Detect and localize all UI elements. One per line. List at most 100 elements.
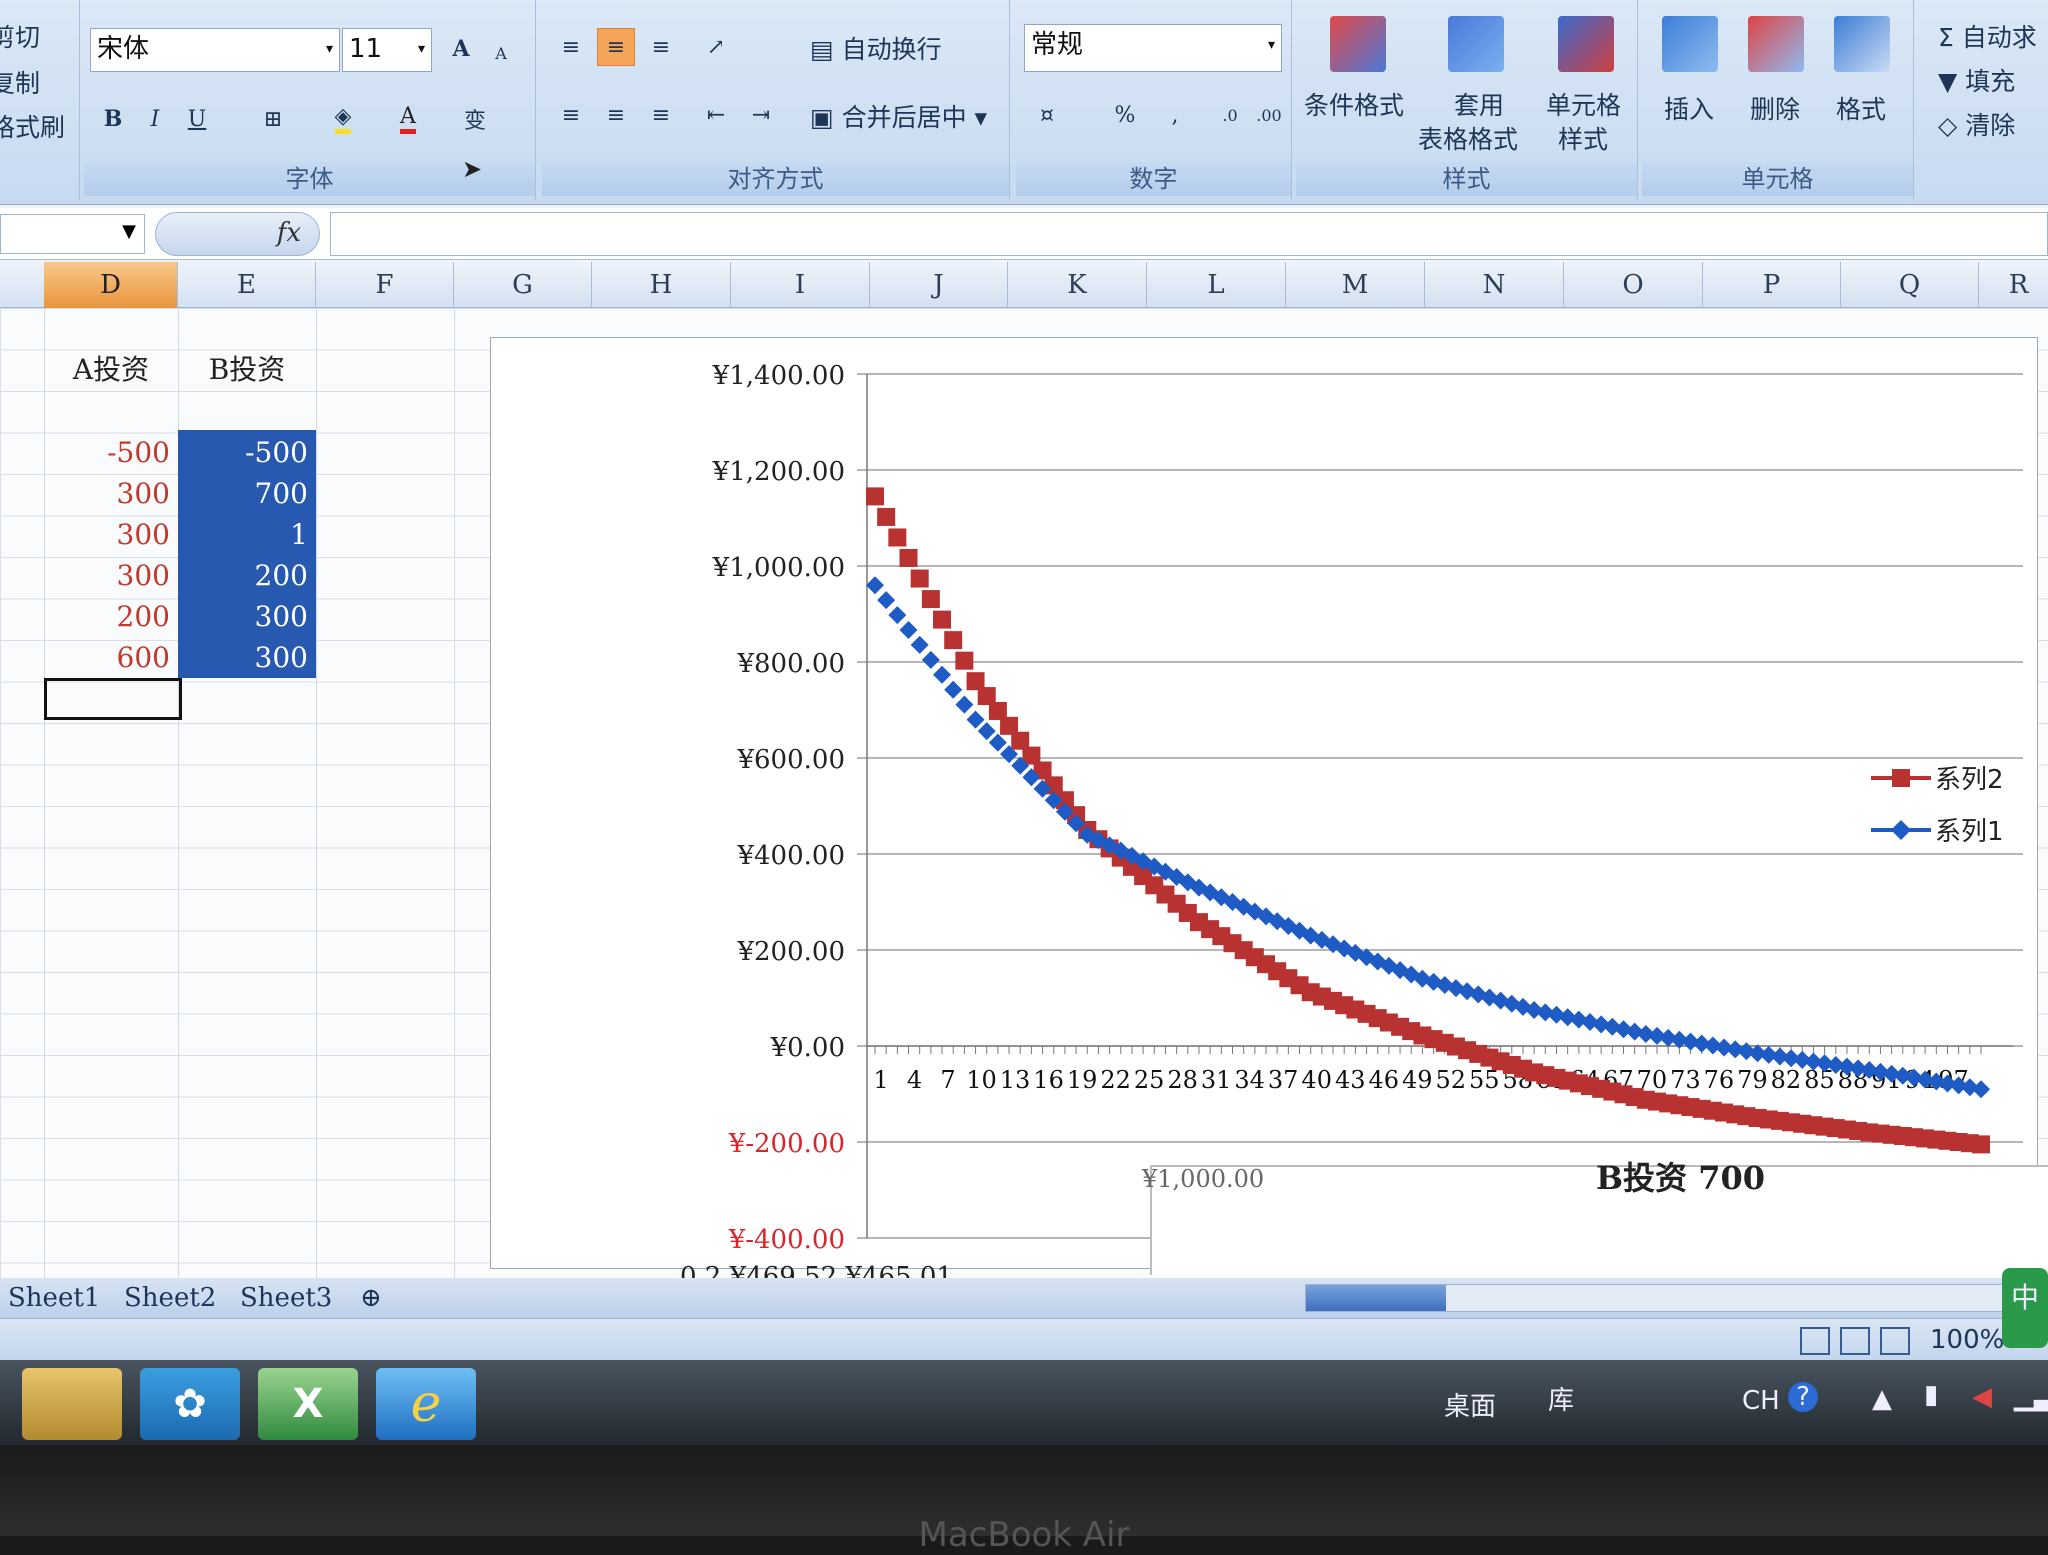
library-toolbar[interactable]: 库 (1548, 1380, 1574, 1417)
column-header-p[interactable]: P (1703, 262, 1841, 308)
align-center-button[interactable]: ≡ (597, 96, 635, 134)
cell-b-6[interactable]: 300 (178, 638, 316, 678)
cell-b-2[interactable]: 700 (178, 474, 316, 514)
desktop-toolbar[interactable]: 桌面 (1444, 1386, 1496, 1423)
file-explorer-icon[interactable] (22, 1368, 122, 1440)
shrink-font-button[interactable]: A (482, 34, 520, 72)
font-name-combo[interactable]: 宋体 ▾ (90, 28, 340, 72)
bold-button[interactable]: B (94, 100, 132, 138)
column-header-q[interactable]: Q (1841, 262, 1979, 308)
header-b-investment[interactable]: B投资 (178, 350, 316, 390)
format-icon[interactable] (1834, 16, 1890, 72)
active-cell[interactable] (44, 678, 182, 720)
horizontal-scrollbar[interactable] (1305, 1284, 2048, 1312)
merge-center-button[interactable]: ▣ 合并后居中 ▾ (810, 98, 987, 134)
help-icon[interactable]: ? (1788, 1382, 1818, 1412)
align-right-button[interactable]: ≡ (642, 96, 680, 134)
orientation-button[interactable]: ↗ (697, 28, 735, 66)
insert-function-button[interactable]: fx (155, 212, 320, 256)
cell-style-icon[interactable] (1558, 16, 1614, 72)
align-middle-button[interactable]: ≡ (597, 28, 635, 66)
column-header-r[interactable]: R (1979, 262, 2048, 308)
number-format-combo[interactable]: 常规 ▾ (1024, 24, 1282, 72)
cell-a-6[interactable]: 600 (44, 638, 178, 678)
align-bottom-button[interactable]: ≡ (642, 28, 680, 66)
cell-a-5[interactable]: 200 (44, 597, 178, 637)
formula-input[interactable] (330, 212, 2048, 256)
currency-button[interactable]: ¤ (1028, 96, 1066, 134)
decrease-decimal-button[interactable]: .00 (1250, 96, 1288, 134)
column-header-o[interactable]: O (1564, 262, 1703, 308)
header-a-investment[interactable]: A投资 (44, 350, 178, 390)
ime-badge[interactable]: 中 (2002, 1268, 2048, 1348)
delete-label[interactable]: 删除 (1750, 90, 1800, 126)
battery-icon[interactable]: ▮ (1924, 1380, 1938, 1410)
border-button[interactable]: ⊞ (254, 100, 292, 138)
format-painter-button[interactable]: 格式刷 (0, 108, 65, 144)
show-hidden-icons-icon[interactable]: ▲ (1872, 1384, 1892, 1414)
language-indicator[interactable]: CH (1742, 1386, 1780, 1416)
column-header-l[interactable]: L (1147, 262, 1286, 308)
increase-indent-button[interactable]: ⇥ (742, 96, 780, 134)
conditional-format-label[interactable]: 条件格式 (1304, 86, 1404, 122)
insert-sheet-icon[interactable]: ⊕ (360, 1278, 382, 1318)
internet-explorer-icon[interactable]: e (376, 1368, 476, 1440)
fill-color-button[interactable]: ◈ (324, 100, 362, 138)
volume-muted-icon[interactable]: ◀ (1972, 1382, 1992, 1412)
underline-button[interactable]: U (178, 100, 216, 138)
cell-a-1[interactable]: -500 (44, 433, 178, 473)
column-header-f[interactable]: F (316, 262, 454, 308)
cell-a-2[interactable]: 300 (44, 474, 178, 514)
cell-a-3[interactable]: 300 (44, 515, 178, 555)
cell-a-4[interactable]: 300 (44, 556, 178, 596)
column-header-h[interactable]: H (592, 262, 731, 308)
cloud-app-icon[interactable]: ✿ (140, 1368, 240, 1440)
copy-button[interactable]: 复制 (0, 64, 40, 100)
conditional-format-icon[interactable] (1330, 16, 1386, 72)
table-format-icon[interactable] (1448, 16, 1504, 72)
decrease-indent-button[interactable]: ⇤ (697, 96, 735, 134)
tab-sheet2[interactable]: Sheet2 (124, 1278, 216, 1318)
delete-icon[interactable] (1748, 16, 1804, 72)
font-size-combo[interactable]: 11 ▾ (342, 28, 432, 72)
clear-button[interactable]: ◇ 清除 (1938, 106, 2015, 142)
align-top-button[interactable]: ≡ (552, 28, 590, 66)
wrap-text-button[interactable]: ▤ 自动换行 (810, 30, 942, 66)
cell-b-3[interactable]: 1 (178, 515, 316, 555)
line-chart[interactable]: ¥1,400.00 ¥1,200.00 ¥1,000.00 ¥800.00 ¥600.0… (490, 337, 2038, 1269)
name-box[interactable]: ▼ (0, 214, 145, 254)
page-layout-icon[interactable] (1840, 1327, 1870, 1355)
page-break-icon[interactable] (1880, 1327, 1910, 1355)
column-header-i[interactable]: I (731, 262, 870, 308)
tab-sheet1[interactable]: Sheet1 (8, 1278, 100, 1318)
grow-font-button[interactable]: A (442, 30, 480, 68)
increase-decimal-button[interactable]: .0 (1211, 96, 1249, 134)
cut-button[interactable]: 剪切 (0, 18, 40, 54)
table-format-label-1[interactable]: 套用 (1454, 86, 1504, 122)
cell-b-4[interactable]: 200 (178, 556, 316, 596)
autosum-button[interactable]: Σ 自动求 (1938, 18, 2037, 54)
column-header-m[interactable]: M (1286, 262, 1425, 308)
align-left-button[interactable]: ≡ (552, 96, 590, 134)
tab-sheet3[interactable]: Sheet3 (240, 1278, 332, 1318)
cell-b-1[interactable]: -500 (178, 433, 316, 473)
zoom-level[interactable]: 100% (1930, 1325, 2004, 1355)
italic-button[interactable]: I (136, 100, 174, 138)
fill-button[interactable]: ▼ 填充 (1938, 62, 2015, 98)
column-header-n[interactable]: N (1425, 262, 1564, 308)
percent-button[interactable]: % (1106, 96, 1144, 134)
normal-view-icon[interactable] (1800, 1327, 1830, 1355)
overlapping-chart[interactable]: ¥1,000.00 B投资 700 (1142, 1159, 2048, 1275)
network-icon[interactable]: ▁▃▅ (2014, 1382, 2048, 1412)
cell-style-label-1[interactable]: 单元格 (1546, 86, 1621, 122)
column-header-j[interactable]: J (870, 262, 1008, 308)
cell-b-5[interactable]: 300 (178, 597, 316, 637)
table-format-label-2[interactable]: 表格格式 (1418, 120, 1518, 156)
phonetic-button[interactable]: 变 (456, 100, 494, 138)
scrollbar-thumb[interactable] (1306, 1285, 1446, 1311)
insert-icon[interactable] (1662, 16, 1718, 72)
format-label[interactable]: 格式 (1836, 90, 1886, 126)
column-header-d[interactable]: D (44, 262, 178, 308)
column-header-k[interactable]: K (1008, 262, 1147, 308)
column-header-g[interactable]: G (454, 262, 592, 308)
